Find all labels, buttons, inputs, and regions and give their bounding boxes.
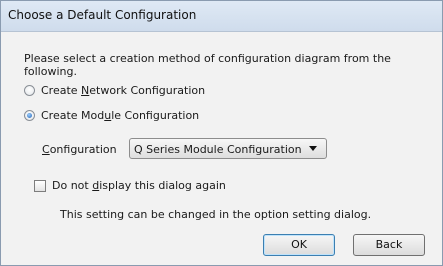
configuration-select[interactable]: Q Series Module Configuration (129, 138, 327, 159)
dialog: Choose a Default Configuration Please se… (0, 0, 443, 266)
radio-network-label: Create Network Configuration (41, 83, 206, 97)
back-button[interactable]: Back (353, 234, 425, 256)
dont-display-again-label: Do not display this dialog again (52, 179, 226, 192)
title-bar: Choose a Default Configuration (1, 1, 442, 32)
chevron-down-icon (309, 146, 317, 151)
configuration-label: Configuration (42, 143, 117, 156)
intro-text: Please select a creation method of confi… (24, 52, 391, 78)
radio-network-configuration[interactable]: Create Network Configuration (24, 83, 205, 97)
radio-button-checked[interactable] (24, 109, 35, 121)
radio-module-configuration[interactable]: Create Module Configuration (24, 108, 199, 122)
radio-module-label: Create Module Configuration (41, 108, 200, 122)
radio-button[interactable] (24, 84, 35, 96)
hint-text: This setting can be changed in the optio… (60, 208, 372, 221)
configuration-selected-value: Q Series Module Configuration (134, 143, 302, 156)
ok-button[interactable]: OK (263, 234, 335, 256)
dont-display-again-checkbox[interactable] (34, 179, 46, 192)
window-title: Choose a Default Configuration (8, 8, 197, 22)
dont-display-again-checkbox-row[interactable]: Do not display this dialog again (34, 179, 226, 192)
